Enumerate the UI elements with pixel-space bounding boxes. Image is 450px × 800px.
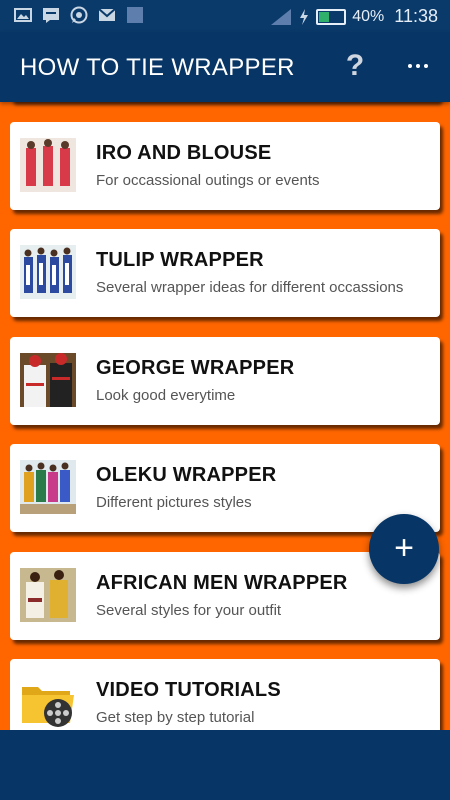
bottom-bar — [0, 730, 450, 800]
tulip-wrapper-thumbnail — [20, 245, 76, 299]
item-subtitle: Different pictures styles — [96, 494, 252, 511]
item-subtitle: For occassional outings or events — [96, 172, 320, 189]
signal-icon — [271, 8, 292, 25]
whatsapp-icon — [70, 6, 88, 24]
help-button[interactable]: ? — [340, 48, 370, 84]
list-item-iro-and-blouse[interactable]: IRO AND BLOUSE For occassional outings o… — [10, 122, 440, 210]
list-item-tulip-wrapper[interactable]: TULIP WRAPPER Several wrapper ideas for … — [10, 229, 440, 317]
list-item-video-tutorials[interactable]: VIDEO TUTORIALS Get step by step tutoria… — [10, 659, 440, 730]
square-icon — [127, 7, 143, 23]
item-title: OLEKU WRAPPER — [96, 464, 277, 486]
app-bar: HOW TO TIE WRAPPER ? — [0, 32, 450, 102]
notification-icons — [14, 6, 144, 24]
george-wrapper-thumbnail — [20, 353, 76, 407]
system-status: 40% 11:38 — [270, 6, 438, 27]
add-fab-button[interactable]: + — [369, 514, 439, 584]
video-folder-icon — [20, 675, 76, 729]
item-title: AFRICAN MEN WRAPPER — [96, 572, 348, 594]
item-subtitle: Several wrapper ideas for different occa… — [96, 279, 404, 296]
item-subtitle: Several styles for your outfit — [96, 602, 282, 619]
wrapper-list[interactable]: IRO AND BLOUSE For occassional outings o… — [0, 102, 450, 730]
charging-icon — [300, 8, 309, 25]
battery-icon — [316, 8, 347, 25]
item-title: IRO AND BLOUSE — [96, 142, 272, 164]
more-vertical-icon — [408, 64, 412, 68]
oleku-wrapper-thumbnail — [20, 460, 76, 514]
item-title: TULIP WRAPPER — [96, 249, 264, 271]
plus-icon: + — [394, 529, 414, 567]
item-title: VIDEO TUTORIALS — [96, 679, 281, 701]
african-men-wrapper-thumbnail — [20, 568, 76, 622]
chat-icon — [43, 8, 59, 23]
image-icon — [14, 8, 32, 22]
status-bar: 40% 11:38 — [0, 0, 450, 32]
iro-and-blouse-thumbnail — [20, 138, 76, 192]
battery-percent: 40% — [352, 7, 385, 25]
list-item-oleku-wrapper[interactable]: OLEKU WRAPPER Different pictures styles — [10, 444, 440, 532]
item-subtitle: Get step by step tutorial — [96, 709, 255, 726]
app-title: HOW TO TIE WRAPPER — [20, 54, 295, 81]
item-title: GEORGE WRAPPER — [96, 357, 295, 379]
list-item-george-wrapper[interactable]: GEORGE WRAPPER Look good everytime — [10, 337, 440, 425]
mail-icon — [98, 8, 116, 21]
clock: 11:38 — [394, 6, 438, 26]
more-options-button[interactable] — [400, 50, 436, 82]
item-subtitle: Look good everytime — [96, 387, 236, 404]
